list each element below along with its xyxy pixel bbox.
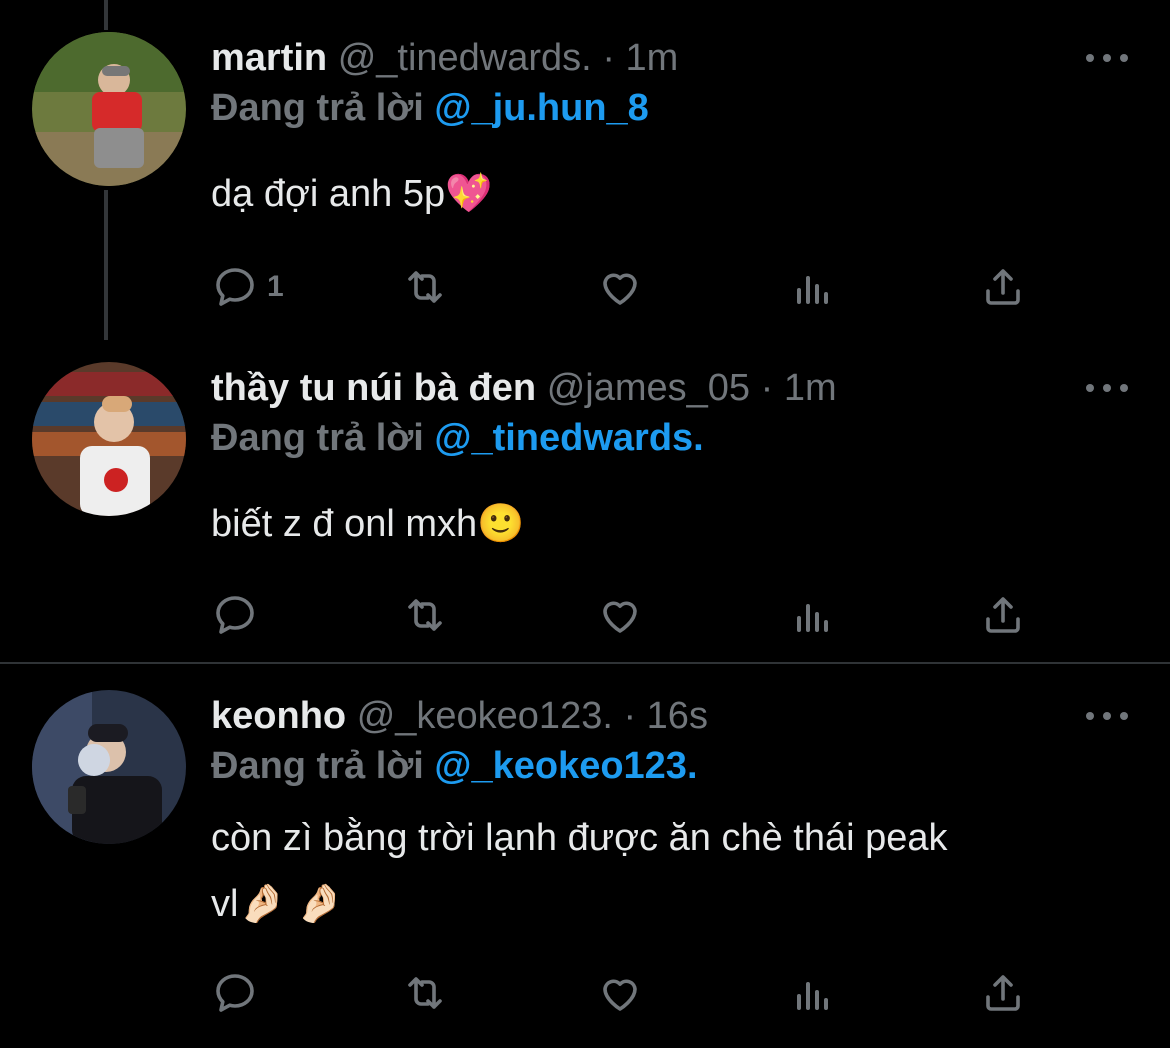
replying-to: Đang trả lời @_ju.hun_8 xyxy=(211,86,649,130)
reply-mention-link[interactable]: @_tinedwards. xyxy=(434,417,703,459)
reply-icon xyxy=(216,596,254,634)
share-icon xyxy=(986,597,1020,633)
like-icon xyxy=(603,979,637,1011)
like-button[interactable] xyxy=(596,262,644,312)
tweet-header: thầy tu núi bà đen @james_05 · 1m xyxy=(211,366,837,410)
user-handle[interactable]: @james_05 xyxy=(547,367,750,409)
reply-button[interactable] xyxy=(211,968,259,1018)
avatar-photo-icon xyxy=(32,690,186,844)
reply-mention-link[interactable]: @_ju.hun_8 xyxy=(434,87,648,129)
share-button[interactable] xyxy=(979,262,1027,312)
share-icon xyxy=(986,269,1020,305)
retweet-icon xyxy=(408,271,442,303)
avatar[interactable] xyxy=(32,32,186,186)
separator-dot: · xyxy=(623,695,637,737)
retweet-icon xyxy=(408,977,442,1009)
reply-button[interactable] xyxy=(211,590,259,640)
tweet-2[interactable]: thầy tu núi bà đen @james_05 · 1m Đang t… xyxy=(0,340,1170,662)
action-bar xyxy=(211,590,1091,640)
action-bar xyxy=(211,968,1091,1018)
retweet-button[interactable] xyxy=(401,968,449,1018)
avatar[interactable] xyxy=(32,362,186,516)
views-button[interactable] xyxy=(789,590,837,640)
tweet-text-line: vl🤌🏻 🤌🏻 xyxy=(211,883,344,925)
separator-dot: · xyxy=(602,37,615,79)
more-options-icon[interactable] xyxy=(1086,48,1128,68)
display-name[interactable]: keonho xyxy=(211,695,346,737)
replying-prefix: Đang trả lời xyxy=(211,87,424,129)
display-name[interactable]: thầy tu núi bà đen xyxy=(211,367,536,409)
share-icon xyxy=(986,975,1020,1011)
separator-dot: · xyxy=(760,367,774,409)
reply-icon xyxy=(216,268,254,306)
replying-to: Đang trả lời @_keokeo123. xyxy=(211,744,698,788)
tweet-1[interactable]: martin @_tinedwards. · 1m Đang trả lời @… xyxy=(0,0,1170,340)
tweet-text: dạ đợi anh 5p💖 xyxy=(211,173,493,215)
user-handle[interactable]: @_tinedwards. xyxy=(338,37,592,79)
retweet-icon xyxy=(408,599,442,631)
avatar-photo-icon xyxy=(32,32,186,186)
more-options-icon[interactable] xyxy=(1086,706,1128,726)
timestamp[interactable]: 16s xyxy=(647,695,708,737)
timestamp[interactable]: 1m xyxy=(626,37,679,79)
retweet-button[interactable] xyxy=(401,590,449,640)
share-button[interactable] xyxy=(979,590,1027,640)
replying-to: Đang trả lời @_tinedwards. xyxy=(211,416,704,460)
more-options-icon[interactable] xyxy=(1086,378,1128,398)
views-icon xyxy=(797,982,828,1010)
tweet-text: còn zì bằng trời lạnh được ăn chè thái p… xyxy=(211,805,1111,937)
avatar[interactable] xyxy=(32,690,186,844)
timestamp[interactable]: 1m xyxy=(784,367,837,409)
reply-count: 1 xyxy=(267,270,284,303)
tweet-text: biết z đ onl mxh🙂 xyxy=(211,503,525,545)
tweet-header: keonho @_keokeo123. · 16s xyxy=(211,694,708,738)
replying-prefix: Đang trả lời xyxy=(211,745,424,787)
tweet-3[interactable]: keonho @_keokeo123. · 16s Đang trả lời @… xyxy=(0,664,1170,1048)
like-button[interactable] xyxy=(596,590,644,640)
avatar-photo-icon xyxy=(32,362,186,516)
display-name[interactable]: martin xyxy=(211,37,327,79)
reply-button[interactable]: 1 xyxy=(211,262,284,312)
views-button[interactable] xyxy=(789,262,837,312)
action-bar: 1 xyxy=(211,262,1091,312)
reply-icon xyxy=(216,974,254,1012)
share-button[interactable] xyxy=(979,968,1027,1018)
user-handle[interactable]: @_keokeo123. xyxy=(357,695,613,737)
replying-prefix: Đang trả lời xyxy=(211,417,424,459)
views-icon xyxy=(797,276,828,304)
tweet-text-line: còn zì bằng trời lạnh được ăn chè thái p… xyxy=(211,817,948,859)
like-button[interactable] xyxy=(596,968,644,1018)
reply-mention-link[interactable]: @_keokeo123. xyxy=(434,745,697,787)
retweet-button[interactable] xyxy=(401,262,449,312)
views-button[interactable] xyxy=(789,968,837,1018)
tweet-header: martin @_tinedwards. · 1m xyxy=(211,36,678,80)
views-icon xyxy=(797,604,828,632)
like-icon xyxy=(603,273,637,305)
like-icon xyxy=(603,601,637,633)
